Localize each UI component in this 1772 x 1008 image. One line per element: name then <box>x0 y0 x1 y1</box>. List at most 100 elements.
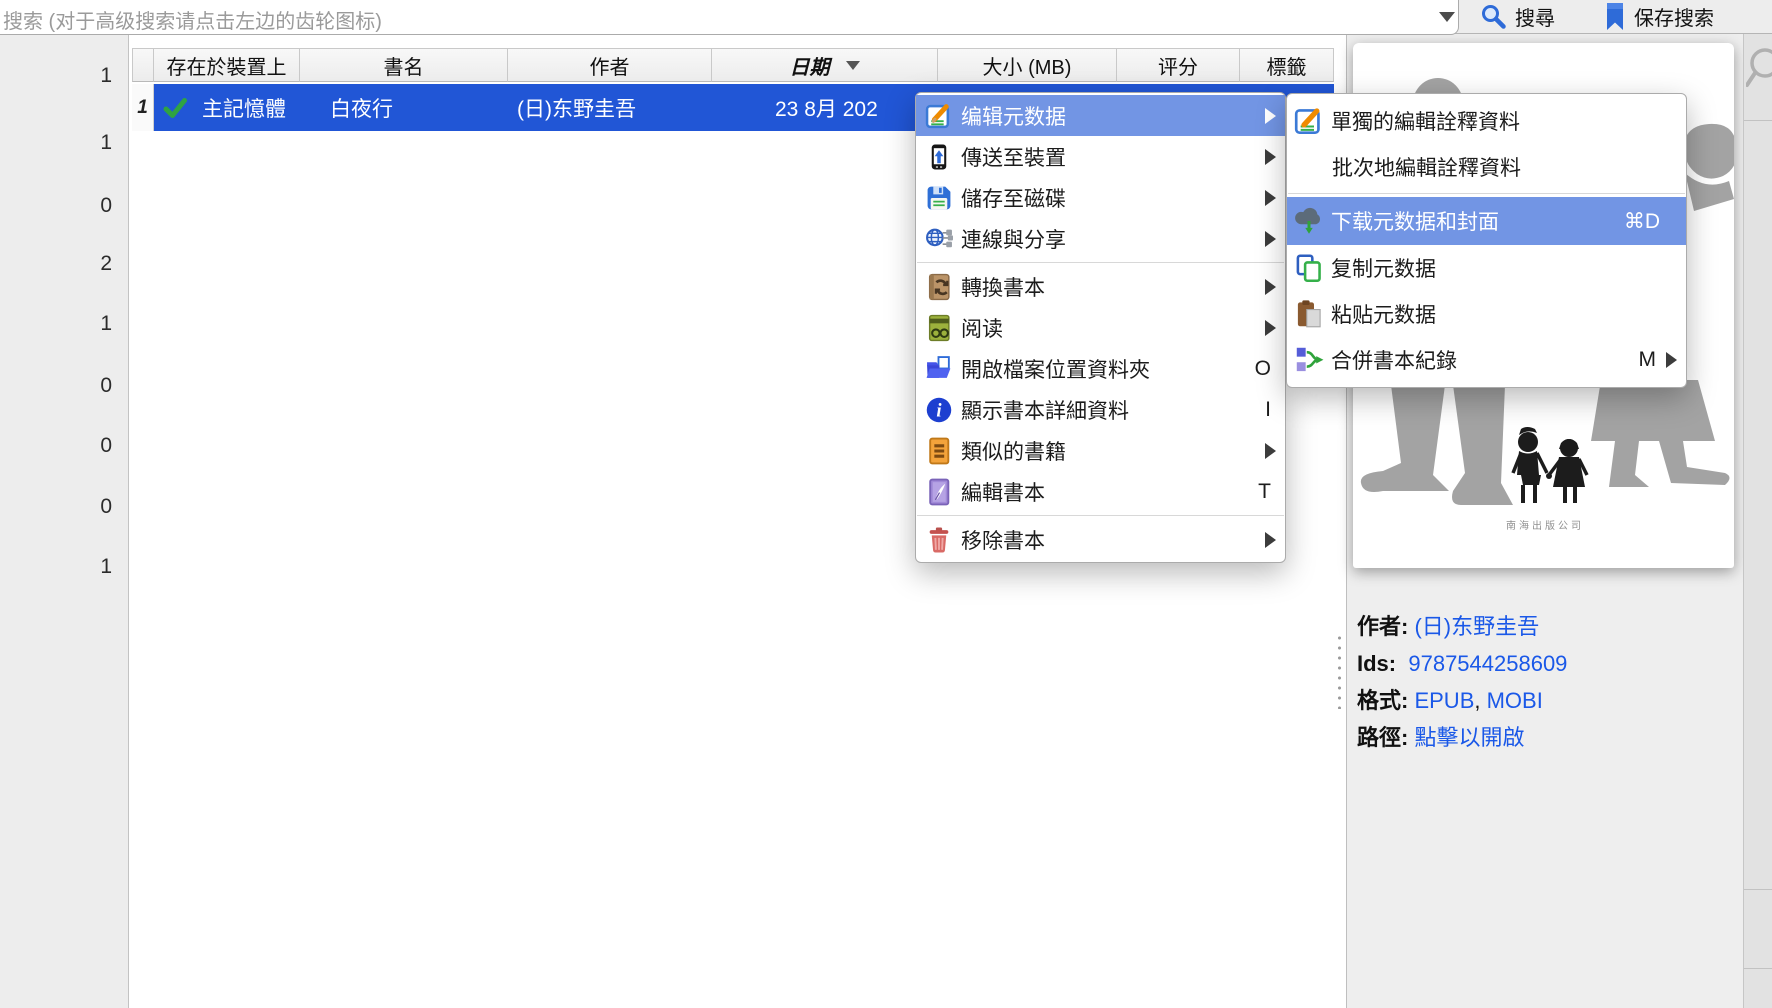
detail-path-row: 路徑: 點擊以開啟 <box>1357 719 1737 756</box>
menu-item-label: 批次地編輯詮釋資料 <box>1332 152 1686 182</box>
download-metadata-icon <box>1295 207 1323 235</box>
tag-count-row[interactable]: 0 <box>72 194 112 218</box>
save-search-button[interactable]: 保存搜索 <box>1604 0 1714 33</box>
chevron-right-icon <box>1666 352 1677 368</box>
menu-item-edit-metadata[interactable]: 编辑元数据 <box>916 95 1285 136</box>
chevron-right-icon <box>1265 320 1276 336</box>
submenu-item-download-metadata[interactable]: 下载元数据和封面 ⌘D <box>1287 197 1686 245</box>
column-header-rating[interactable]: 评分 <box>1117 48 1240 82</box>
merge-records-icon <box>1295 346 1323 374</box>
menu-item-label: 合併書本紀錄 <box>1331 345 1639 375</box>
menu-item-shortcut: T <box>1258 480 1271 504</box>
menu-item-shortcut: O <box>1255 357 1271 381</box>
menu-item-save-to-disk[interactable]: 儲存至磁碟 <box>916 177 1285 218</box>
submenu-item-edit-bulk[interactable]: 批次地編輯詮釋資料 <box>1287 144 1686 190</box>
chevron-right-icon <box>1265 279 1276 295</box>
detail-format-row: 格式: EPUB, MOBI <box>1357 682 1737 719</box>
menu-item-label: 儲存至磁碟 <box>961 183 1285 213</box>
edit-metadata-submenu: 單獨的編輯詮釋資料 批次地編輯詮釋資料 下载元数据和封面 ⌘D 复制元数据 <box>1286 93 1687 388</box>
paste-metadata-icon <box>1295 300 1323 328</box>
similar-books-icon <box>925 437 953 465</box>
book-context-menu: 编辑元数据 傳送至裝置 儲存至磁碟 <box>915 92 1286 563</box>
submenu-item-edit-individually[interactable]: 單獨的編輯詮釋資料 <box>1287 98 1686 144</box>
search-icon <box>1480 3 1507 30</box>
tag-browser-counts: 1 1 0 2 1 0 0 0 1 <box>0 33 129 1008</box>
cell-title: 白夜行 <box>330 84 393 131</box>
column-header-size[interactable]: 大小 (MB) <box>938 48 1117 82</box>
menu-item-connect-share[interactable]: 連線與分享 <box>916 218 1285 259</box>
menu-item-label: 编辑元数据 <box>961 101 1285 131</box>
menu-item-label: 复制元数据 <box>1331 253 1686 283</box>
submenu-item-copy-metadata[interactable]: 复制元数据 <box>1287 245 1686 291</box>
tag-count-row[interactable]: 0 <box>72 434 112 458</box>
menu-item-edit-book[interactable]: 編輯書本 T <box>916 471 1285 512</box>
convert-books-icon <box>925 273 953 301</box>
menu-item-label: 編輯書本 <box>961 477 1258 507</box>
tag-count-row[interactable]: 0 <box>72 495 112 519</box>
search-button[interactable]: 搜尋 <box>1480 0 1555 33</box>
toolbar: 搜索 (对于高级搜索请点击左边的齿轮图标) 搜尋 保存搜索 <box>0 0 1772 34</box>
author-link[interactable]: (日)东野圭吾 <box>1414 614 1539 639</box>
menu-item-label: 開啟檔案位置資料夾 <box>961 354 1255 384</box>
tag-count-row[interactable]: 1 <box>72 131 112 155</box>
chevron-right-icon <box>1265 108 1276 124</box>
menu-item-remove-books[interactable]: 移除書本 <box>916 519 1285 560</box>
save-search-label: 保存搜索 <box>1634 2 1714 31</box>
column-header-title[interactable]: 書名 <box>300 48 508 82</box>
menu-item-label: 連線與分享 <box>961 224 1285 254</box>
menu-item-label: 阅读 <box>961 313 1285 343</box>
info-icon: i <box>925 396 953 424</box>
menu-item-send-to-device[interactable]: 傳送至裝置 <box>916 136 1285 177</box>
panel-splitter-handle[interactable] <box>1337 633 1342 709</box>
strip-divider <box>1744 120 1772 121</box>
chevron-right-icon <box>1265 532 1276 548</box>
search-watermark-icon <box>1746 41 1772 101</box>
menu-item-label: 類似的書籍 <box>961 436 1285 466</box>
format-mobi-link[interactable]: MOBI <box>1487 688 1543 713</box>
submenu-item-paste-metadata[interactable]: 粘贴元数据 <box>1287 291 1686 337</box>
format-epub-link[interactable]: EPUB <box>1414 688 1474 713</box>
submenu-item-merge-records[interactable]: 合併書本紀錄 M <box>1287 337 1686 383</box>
tag-count-row[interactable]: 1 <box>72 555 112 579</box>
menu-item-read[interactable]: 阅读 <box>916 307 1285 348</box>
chevron-right-icon <box>1265 443 1276 459</box>
format-label: 格式: <box>1357 688 1408 713</box>
menu-item-convert-books[interactable]: 轉換書本 <box>916 266 1285 307</box>
author-label: 作者: <box>1357 614 1408 639</box>
column-header-tags[interactable]: 標籤 <box>1240 48 1334 82</box>
open-folder-icon <box>925 355 953 383</box>
tag-count-row[interactable]: 1 <box>72 312 112 336</box>
tag-count-row[interactable]: 2 <box>72 252 112 276</box>
menu-item-show-details[interactable]: i 顯示書本詳細資料 I <box>916 389 1285 430</box>
svg-text:i: i <box>936 400 942 421</box>
search-placeholder: 搜索 (对于高级搜索请点击左边的齿轮图标) <box>3 5 382 34</box>
tag-count-row[interactable]: 0 <box>72 374 112 398</box>
cell-date: 23 8月 202 <box>775 84 878 131</box>
menu-item-label: 顯示書本詳細資料 <box>961 395 1265 425</box>
search-history-dropdown[interactable] <box>1424 0 1470 33</box>
menu-item-label: 下载元数据和封面 <box>1331 206 1624 236</box>
cell-authors: (日)东野圭吾 <box>517 84 636 131</box>
chevron-right-icon <box>1265 190 1276 206</box>
tag-count-row[interactable]: 1 <box>72 64 112 88</box>
menu-item-shortcut: I <box>1265 398 1271 422</box>
column-header-on-device[interactable]: 存在於裝置上 <box>154 48 300 82</box>
menu-separator <box>917 515 1284 516</box>
book-details-text: 作者: (日)东野圭吾 Ids: 9787544258609 格式: EPUB,… <box>1357 608 1737 756</box>
search-input[interactable]: 搜索 (对于高级搜索请点击左边的齿轮图标) <box>0 0 1459 35</box>
menu-separator <box>917 262 1284 263</box>
menu-separator <box>1288 193 1685 194</box>
menu-item-open-folder[interactable]: 開啟檔案位置資料夾 O <box>916 348 1285 389</box>
trash-icon <box>925 526 953 554</box>
path-link[interactable]: 點擊以開啟 <box>1414 725 1524 750</box>
read-book-icon <box>925 314 953 342</box>
menu-item-label: 粘贴元数据 <box>1331 299 1686 329</box>
isbn-link[interactable]: 9787544258609 <box>1408 651 1567 676</box>
menu-item-similar-books[interactable]: 類似的書籍 <box>916 430 1285 471</box>
bookmark-icon <box>1604 3 1626 31</box>
on-device-check-icon <box>160 84 190 131</box>
edit-book-icon <box>925 478 953 506</box>
menu-item-shortcut: ⌘D <box>1624 209 1660 234</box>
column-header-date[interactable]: 日期 <box>712 48 938 82</box>
column-header-authors[interactable]: 作者 <box>508 48 712 82</box>
